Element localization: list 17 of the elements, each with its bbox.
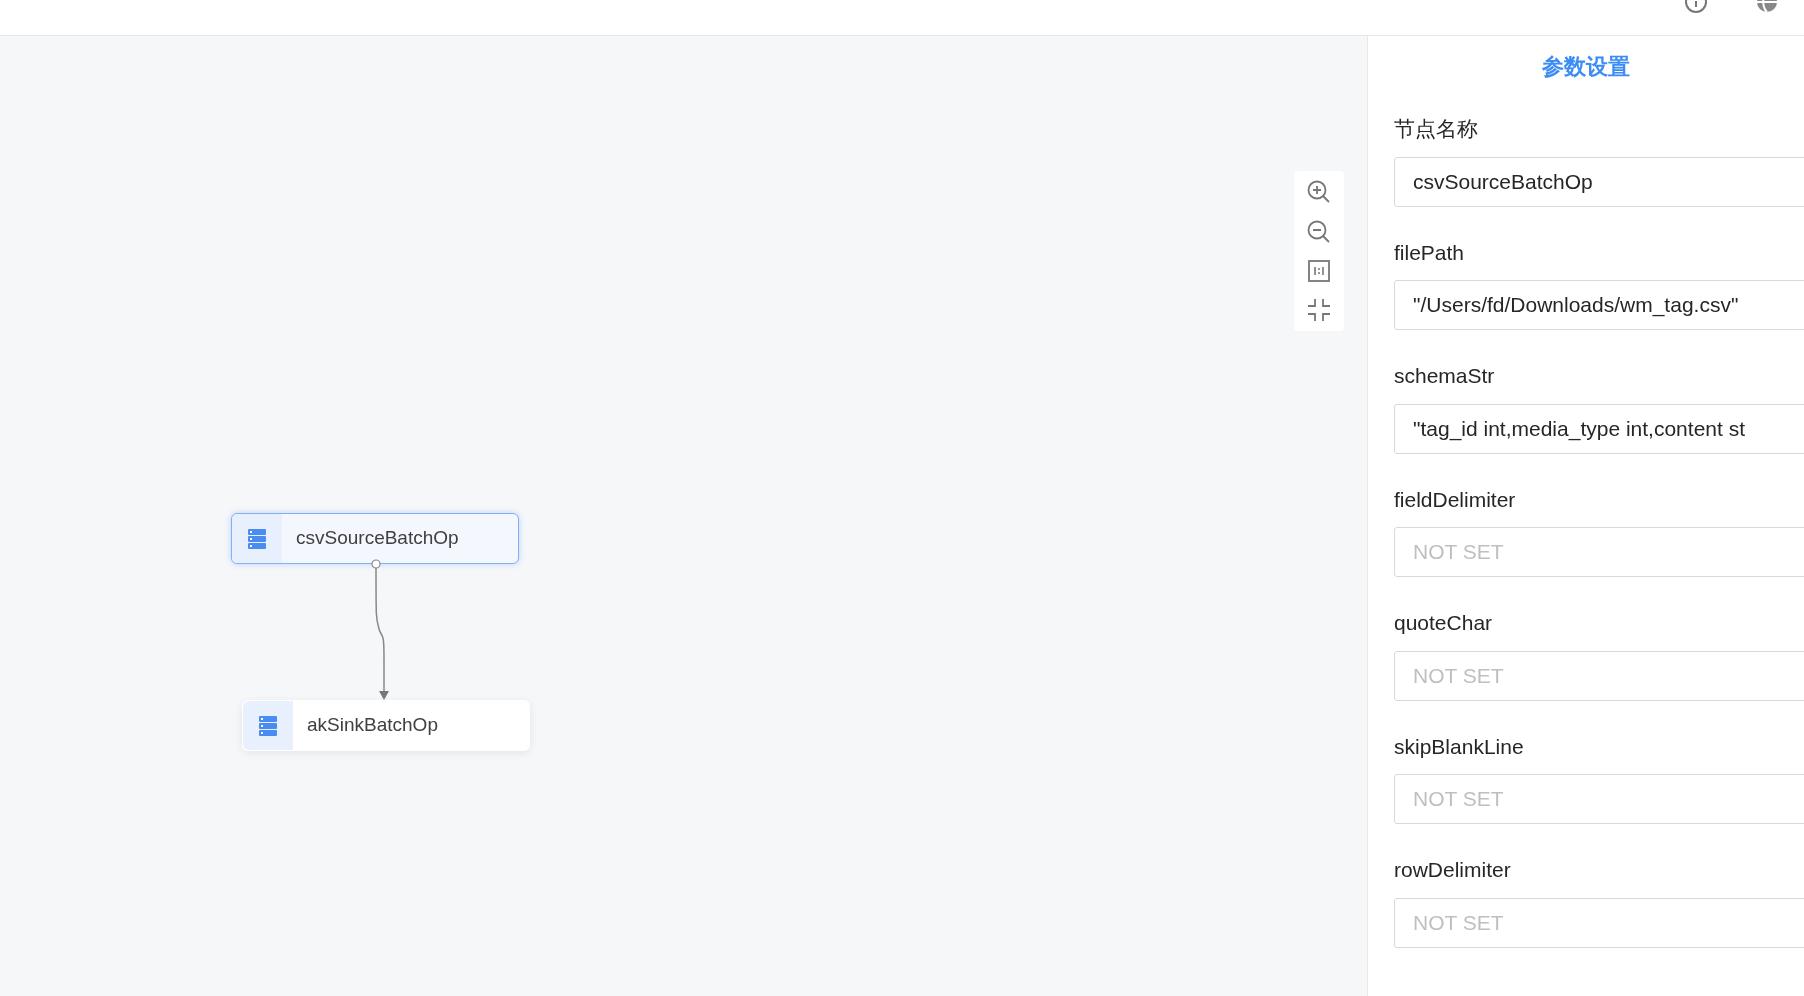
input-field[interactable]: NOT SET: [1394, 650, 1804, 701]
field-label: fieldDelimiter: [1394, 486, 1517, 513]
graph-node[interactable]: akSinkBatchOp: [242, 700, 530, 751]
field-label: quoteChar: [1394, 610, 1494, 636]
input-field[interactable]: "tag_id int,media_type int,content st: [1394, 403, 1804, 454]
field-label: skipBlankLine: [1394, 733, 1525, 760]
field-label: schemaStr: [1394, 363, 1496, 389]
field-label: filePath: [1394, 239, 1466, 266]
input-field[interactable]: NOT SET: [1394, 527, 1804, 577]
graph-node[interactable]: csvSourceBatchOp: [231, 513, 519, 564]
input-field[interactable]: "/Users/fd/Downloads/wm_tag.csv": [1394, 280, 1804, 330]
field-label: 节点名称: [1394, 116, 1479, 142]
input-field[interactable]: NOT SET: [1394, 774, 1804, 824]
input-field[interactable]: NOT SET: [1394, 897, 1804, 948]
panel-title: 参数设置: [1541, 53, 1631, 81]
input-field[interactable]: csvSourceBatchOp: [1394, 156, 1804, 207]
field-label: rowDelimiter: [1394, 857, 1512, 883]
